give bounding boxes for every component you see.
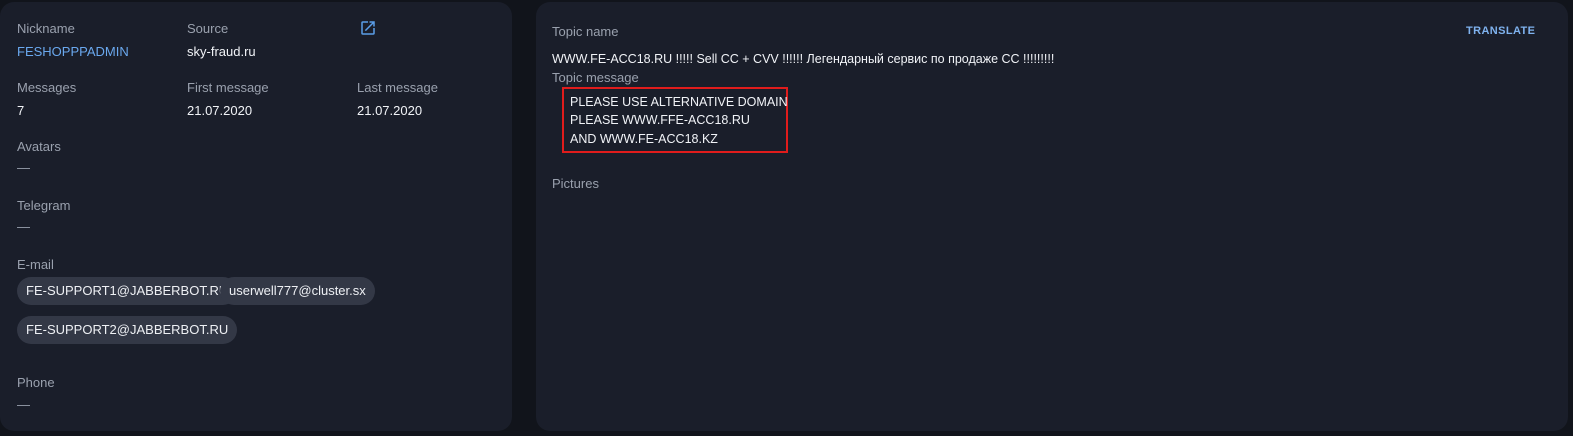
source-value: sky-fraud.ru — [187, 44, 256, 59]
email-chip[interactable]: FE-SUPPORT2@JABBERBOT.RU — [17, 316, 238, 344]
first-message-label: First message — [187, 80, 269, 95]
last-message-date: 21.07.2020 — [357, 103, 423, 118]
phone-empty-value: — — [17, 397, 30, 412]
topic-message-line: PLEASE USE ALTERNATIVE DOMAIN — [570, 95, 788, 109]
messages-count: 7 — [17, 103, 25, 118]
telegram-empty-value: — — [17, 219, 30, 234]
topic-name-label: Topic name — [552, 24, 619, 39]
email-label: E-mail — [17, 257, 54, 272]
messages-label: Messages — [17, 80, 77, 95]
topic-message-line: AND WWW.FE-ACC18.KZ — [570, 132, 718, 146]
email-chip[interactable]: userwell777@cluster.sx — [220, 277, 375, 305]
avatars-empty-value: — — [17, 160, 30, 175]
nickname-link[interactable]: FESHOPPPADMIN — [17, 44, 129, 59]
nickname-label: Nickname — [17, 21, 75, 36]
avatars-label: Avatars — [17, 139, 61, 154]
topic-name-value: WWW.FE-ACC18.RU !!!!! Sell CC + CVV !!!!… — [552, 52, 1055, 66]
open-in-new-icon[interactable] — [359, 19, 377, 37]
source-label: Source — [187, 21, 229, 36]
topic-message-highlight: PLEASE USE ALTERNATIVE DOMAIN PLEASE WWW… — [562, 87, 788, 153]
telegram-label: Telegram — [17, 198, 71, 213]
topic-panel — [536, 2, 1568, 431]
phone-label: Phone — [17, 375, 55, 390]
topic-message-label: Topic message — [552, 70, 639, 85]
pictures-label: Pictures — [552, 176, 599, 191]
author-info-panel — [0, 2, 512, 431]
translate-button[interactable]: TRANSLATE — [1460, 23, 1541, 39]
first-message-date: 21.07.2020 — [187, 103, 253, 118]
last-message-label: Last message — [357, 80, 438, 95]
topic-message-line: PLEASE WWW.FFE-ACC18.RU — [570, 113, 750, 127]
email-chip[interactable]: FE-SUPPORT1@JABBERBOT.RU — [17, 277, 238, 305]
